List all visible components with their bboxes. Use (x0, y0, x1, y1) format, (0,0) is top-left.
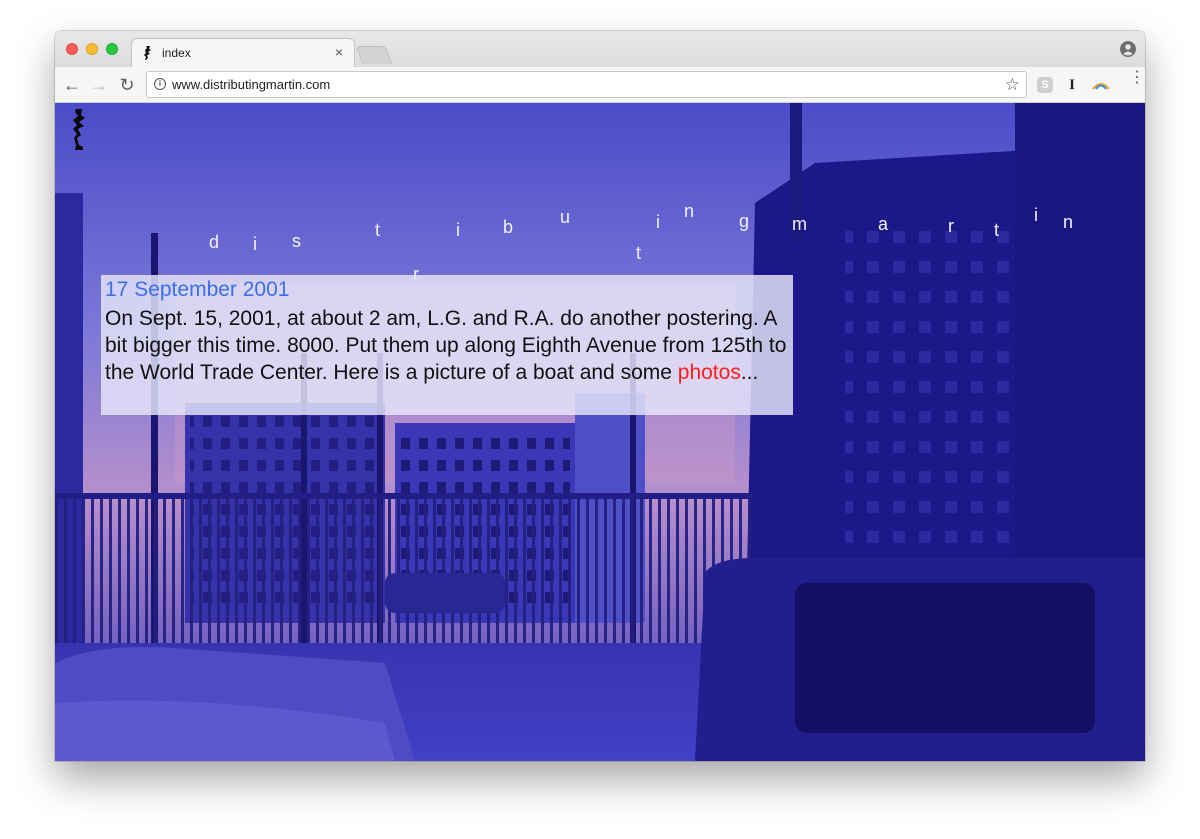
wordmark-letter[interactable]: d (209, 232, 219, 252)
skype-extension-icon[interactable]: S (1037, 77, 1053, 93)
tab-index[interactable]: index × (131, 38, 355, 67)
profile-icon[interactable] (1120, 41, 1136, 57)
browser-menu-icon[interactable]: ⋮ (1129, 70, 1145, 93)
wordmark-letter[interactable]: u (560, 207, 570, 227)
wordmark-letter[interactable]: b (503, 217, 513, 237)
tab-strip: index × (55, 31, 1145, 67)
back-button[interactable]: ← (63, 76, 81, 94)
entry-ellipsis: ... (740, 361, 759, 384)
background-street-photo (55, 103, 1145, 761)
site-logo-icon[interactable] (69, 107, 89, 153)
address-bar[interactable]: i www.distributingmartin.com ☆ (146, 71, 1027, 98)
wordmark-letter[interactable]: a (878, 214, 888, 234)
bookmark-star-icon[interactable]: ☆ (1005, 75, 1020, 95)
wordmark-letter[interactable]: i (1034, 205, 1038, 225)
wordmark-letter[interactable]: g (739, 211, 749, 231)
wordmark-letter[interactable]: t (636, 243, 641, 263)
tab-close-icon[interactable]: × (332, 45, 346, 59)
wordmark-letter[interactable]: t (994, 220, 999, 240)
wordmark-letter[interactable]: n (1063, 212, 1073, 232)
wordmark-letter[interactable]: i (456, 220, 460, 240)
browser-toolbar: ← → ↻ i www.distributingmartin.com ☆ S I… (55, 67, 1145, 103)
wordmark-letter[interactable]: i (656, 212, 660, 232)
entry-text: On Sept. 15, 2001, at about 2 am, L.G. a… (105, 305, 795, 386)
minimize-window-icon[interactable] (86, 43, 98, 55)
journal-entry: 17 September 2001 On Sept. 15, 2001, at … (101, 275, 793, 415)
wordmark-letter[interactable]: m (792, 214, 807, 234)
reload-button[interactable]: ↻ (118, 76, 136, 94)
wordmark-letter[interactable]: r (948, 216, 954, 236)
entry-date: 17 September 2001 (105, 278, 290, 301)
instapaper-extension-icon[interactable]: I (1066, 77, 1078, 93)
close-window-icon[interactable] (66, 43, 78, 55)
tab-title: index (162, 46, 191, 60)
url-text[interactable]: www.distributingmartin.com (172, 77, 330, 92)
browser-window: index × ← → ↻ i www.distributingmartin.c… (55, 31, 1145, 761)
wordmark-letter[interactable]: i (253, 234, 257, 254)
forward-button[interactable]: → (90, 76, 108, 94)
maximize-window-icon[interactable] (106, 43, 118, 55)
new-tab-button[interactable] (355, 46, 393, 64)
favicon-icon (144, 46, 151, 60)
page-viewport: d i s t r i b u t i n g m a r t i n 17 S… (55, 103, 1145, 761)
rainbow-extension-icon[interactable] (1091, 77, 1111, 93)
wordmark-letter[interactable]: t (375, 220, 380, 240)
photos-link[interactable]: photos (678, 361, 741, 384)
wordmark-letter[interactable]: n (684, 201, 694, 221)
site-info-icon[interactable]: i (154, 78, 166, 90)
wordmark-letter[interactable]: s (292, 231, 301, 251)
